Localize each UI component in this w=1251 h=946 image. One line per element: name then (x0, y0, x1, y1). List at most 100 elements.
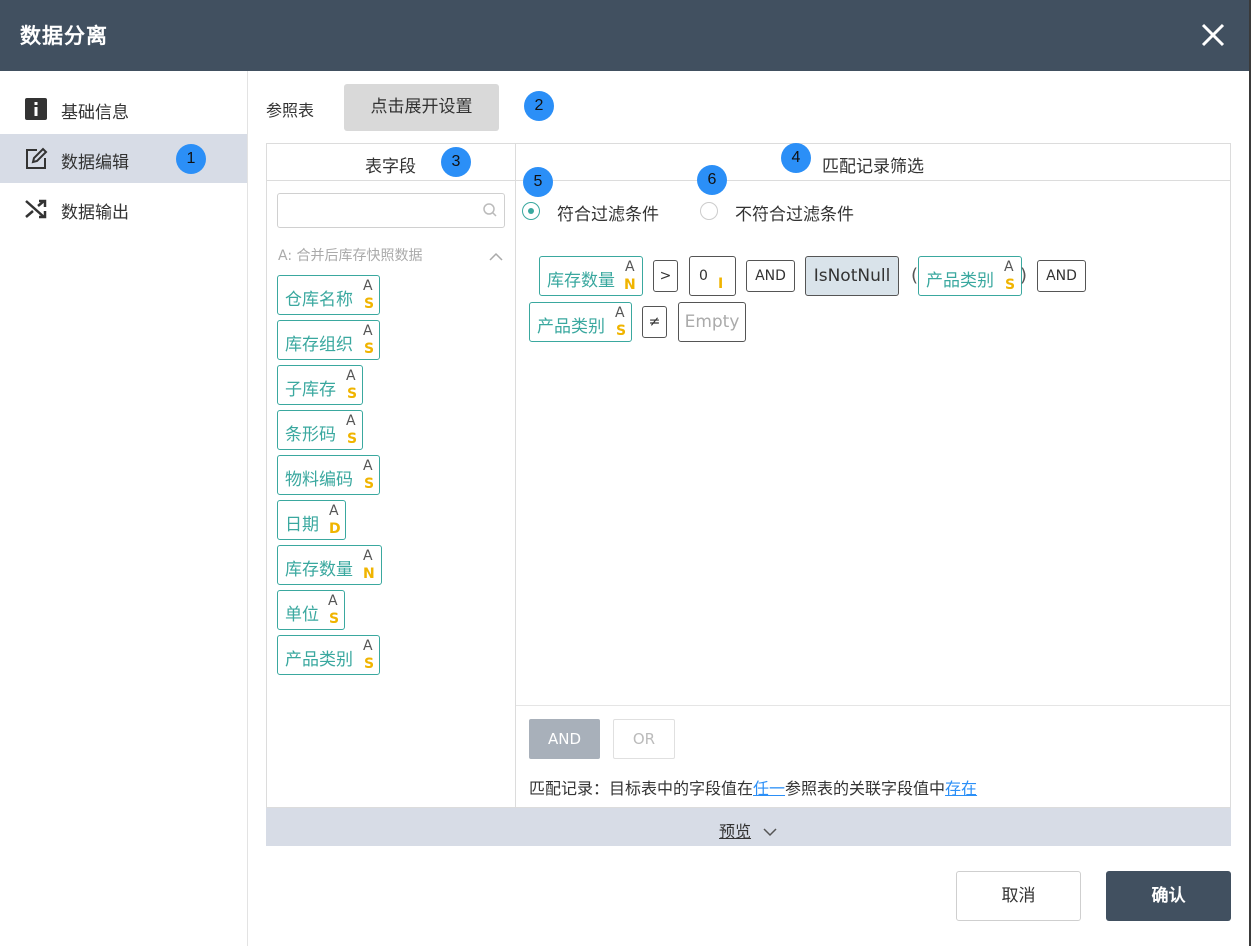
sidebar-item-data-edit[interactable]: 数据编辑 1 (0, 134, 247, 183)
field-type: N (624, 277, 636, 293)
close-icon[interactable] (1196, 18, 1230, 52)
match-filter-radio[interactable] (522, 202, 540, 220)
field-type: S (1005, 277, 1016, 293)
field-source: A (363, 458, 373, 474)
field-name: 产品类别 (926, 271, 994, 291)
preview-bar[interactable]: 预览 (266, 808, 1231, 846)
and-button[interactable]: AND (529, 719, 600, 759)
field-tag[interactable]: 条形码 A S (277, 410, 363, 450)
field-source: A (363, 548, 373, 564)
search-icon[interactable] (482, 202, 498, 218)
field-type: S (616, 323, 627, 339)
field-name: 库存数量 (285, 560, 353, 580)
sidebar-item-basic-info[interactable]: 基础信息 (0, 84, 247, 133)
step-badge: 4 (781, 143, 811, 173)
step-badge: 6 (697, 165, 727, 195)
step-badge: 2 (524, 91, 554, 121)
confirm-button[interactable]: 确认 (1106, 871, 1231, 921)
field-source: A (329, 503, 339, 519)
sidebar-item-label: 数据输出 (61, 203, 129, 223)
dialog-title: 数据分离 (20, 24, 108, 48)
field-source: A (363, 323, 373, 339)
and-operator[interactable]: AND (1037, 260, 1086, 292)
filter-bottom-divider (516, 705, 1230, 706)
field-tag[interactable]: 单位 A S (277, 590, 345, 630)
empty-value-box[interactable]: Empty (678, 302, 746, 342)
field-type: S (364, 296, 375, 312)
sidebar: 基础信息 数据编辑 1 数据输出 (0, 71, 248, 946)
field-name: 日期 (285, 515, 319, 535)
field-tag[interactable]: 子库存 A S (277, 365, 363, 405)
sidebar-item-label: 数据编辑 (61, 153, 129, 173)
sidebar-item-label: 基础信息 (61, 103, 129, 123)
dialog-titlebar: 数据分离 (0, 0, 1249, 71)
field-source: A (328, 593, 338, 609)
step-badge: 3 (441, 147, 471, 177)
chevron-up-icon[interactable] (489, 247, 503, 261)
expr-field-tag[interactable]: 产品类别 A S (918, 256, 1022, 296)
step-badge: 1 (176, 144, 206, 174)
editor-panel (266, 143, 1231, 808)
field-name: 条形码 (285, 425, 336, 445)
field-tag[interactable]: 库存组织 A S (277, 320, 380, 360)
operator-greater[interactable]: > (653, 260, 678, 292)
any-link[interactable]: 任一 (753, 779, 785, 798)
field-source: A (346, 368, 356, 384)
left-paren: ( (911, 265, 919, 286)
field-group-title: A: 合并后库存快照数据 (278, 248, 423, 264)
shuffle-icon (24, 197, 48, 221)
field-name: 产品类别 (537, 317, 605, 337)
field-tag[interactable]: 仓库名称 A S (277, 275, 380, 315)
field-name: 仓库名称 (285, 290, 353, 310)
and-operator[interactable]: AND (746, 260, 795, 292)
expr-field-tag[interactable]: 产品类别 A S (529, 302, 632, 342)
field-type: S (329, 611, 340, 627)
field-source: A (625, 259, 635, 275)
field-source: A (615, 305, 625, 321)
step-badge: 5 (523, 167, 553, 197)
fields-panel-title: 表字段 (365, 157, 416, 177)
value-box[interactable]: 0 I (689, 256, 736, 296)
field-tag[interactable]: 库存数量 A N (277, 545, 382, 585)
chevron-down-icon (763, 822, 777, 837)
or-button[interactable]: OR (613, 719, 675, 759)
expr-field-tag[interactable]: 库存数量 A N (539, 256, 643, 296)
field-type: N (363, 566, 375, 582)
filter-panel-title: 匹配记录筛选 (822, 157, 924, 177)
field-type: S (347, 431, 358, 447)
field-type: S (364, 341, 375, 357)
panel-header-divider (266, 180, 1231, 181)
field-source: A (363, 638, 373, 654)
value-type: I (718, 276, 724, 292)
expand-settings-button[interactable]: 点击展开设置 (344, 84, 499, 131)
cancel-button[interactable]: 取消 (956, 871, 1081, 921)
not-match-filter-radio[interactable] (700, 202, 718, 220)
field-tag[interactable]: 产品类别 A S (277, 635, 380, 675)
field-name: 物料编码 (285, 470, 353, 490)
field-name: 库存组织 (285, 335, 353, 355)
value-text: 0 (699, 268, 708, 284)
reference-table-label: 参照表 (266, 101, 315, 120)
exists-link[interactable]: 存在 (945, 779, 977, 798)
sidebar-item-data-output[interactable]: 数据输出 (0, 184, 247, 233)
match-text-middle: 参照表的关联字段值中 (785, 779, 946, 798)
operator-not-equal[interactable]: ≠ (642, 306, 667, 338)
match-text-prefix: 匹配记录：目标表中的字段值在 (529, 779, 754, 798)
field-type: S (364, 476, 375, 492)
field-source: A (1004, 259, 1014, 275)
field-name: 单位 (285, 605, 319, 625)
edit-icon (24, 147, 48, 171)
match-filter-label: 符合过滤条件 (557, 205, 659, 225)
panel-divider (515, 143, 516, 808)
match-description: 匹配记录：目标表中的字段值在任一参照表的关联字段值中存在 (529, 775, 977, 799)
isnotnull-function[interactable]: IsNotNull (805, 256, 899, 296)
field-tag[interactable]: 物料编码 A S (277, 455, 380, 495)
field-name: 子库存 (285, 380, 336, 400)
info-icon (24, 97, 48, 121)
field-source: A (346, 413, 356, 429)
field-tag[interactable]: 日期 A D (277, 500, 346, 540)
field-name: 库存数量 (547, 271, 615, 291)
field-type: D (329, 521, 341, 537)
field-search-input[interactable] (277, 193, 505, 228)
preview-label: 预览 (719, 822, 752, 841)
